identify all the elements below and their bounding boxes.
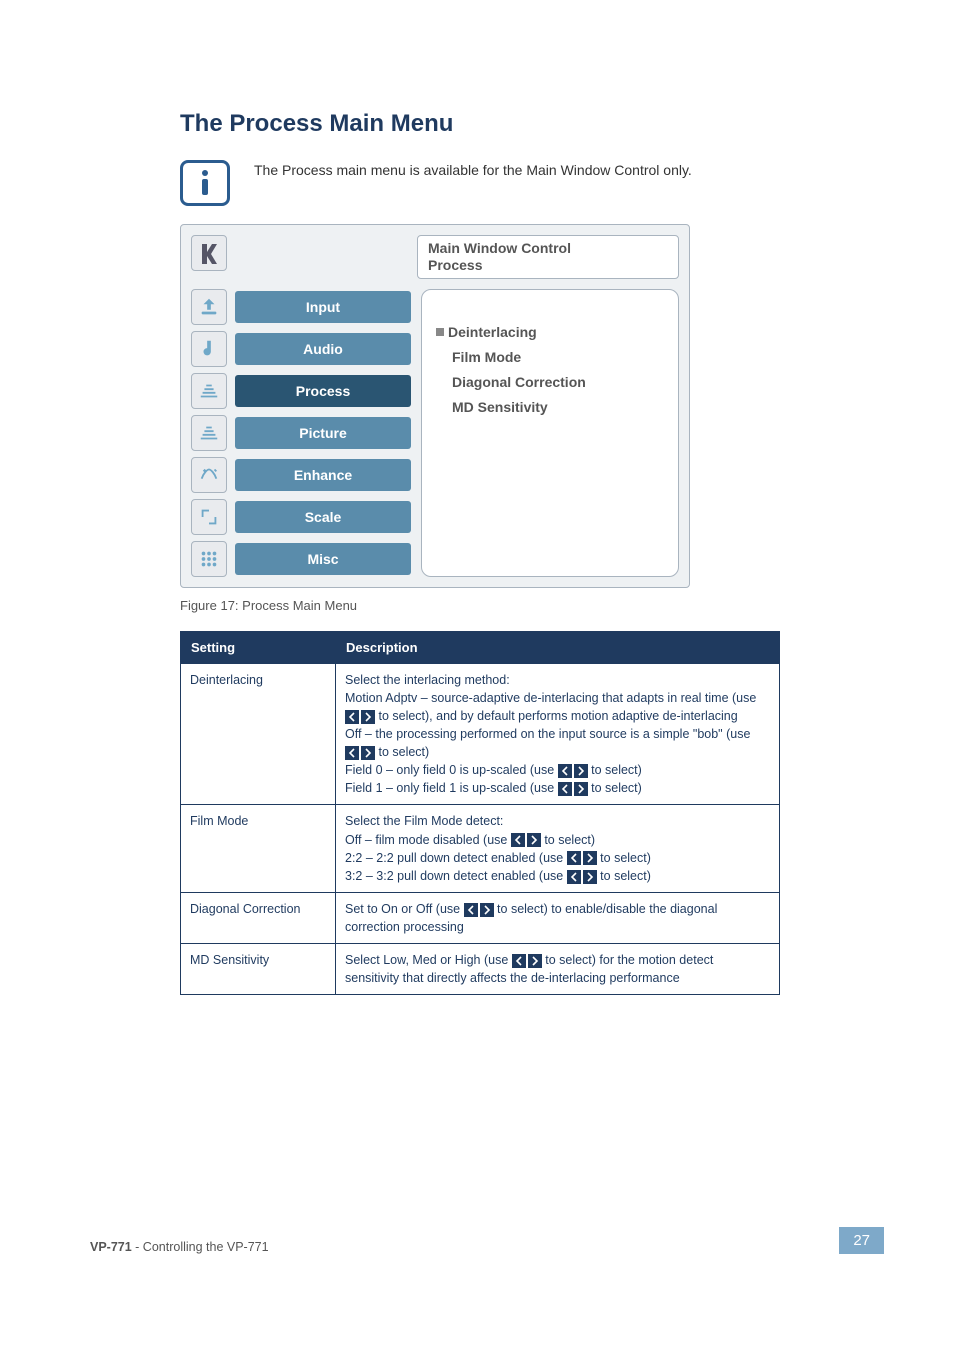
arrow-buttons-icon [345, 710, 375, 724]
misc-icon [191, 541, 227, 577]
process-icon [191, 373, 227, 409]
info-icon [180, 160, 230, 206]
arrow-buttons-icon [512, 954, 542, 968]
setting-name: MD Sensitivity [181, 944, 336, 995]
figure-caption: Figure 17: Process Main Menu [180, 598, 824, 613]
table-row: DeinterlacingSelect the interlacing meth… [181, 663, 780, 805]
panel-header: Main Window Control Process [417, 235, 679, 279]
menu-item-input[interactable]: Input [191, 289, 411, 325]
table-row: Diagonal CorrectionSet to On or Off (use… [181, 892, 780, 943]
arrow-buttons-icon [464, 903, 494, 917]
menu-label: Misc [235, 543, 411, 575]
kramer-logo-icon [191, 235, 227, 271]
option-item[interactable]: Deinterlacing [436, 320, 664, 345]
menu-item-process[interactable]: Process [191, 373, 411, 409]
arrow-buttons-icon [511, 833, 541, 847]
setting-name: Film Mode [181, 805, 336, 893]
input-icon [191, 289, 227, 325]
menu-label: Picture [235, 417, 411, 449]
setting-description: Select the Film Mode detect:Off – film m… [336, 805, 780, 893]
menu-item-picture[interactable]: Picture [191, 415, 411, 451]
panel-header-line2: Process [428, 257, 668, 274]
arrow-buttons-icon [345, 746, 375, 760]
option-label: Film Mode [452, 345, 521, 370]
menu-column: Input Audio Process Picture Enhance Scale Misc [191, 289, 411, 577]
arrow-buttons-icon [567, 851, 597, 865]
panel-header-line1: Main Window Control [428, 240, 668, 257]
bullet-icon [436, 328, 444, 336]
setting-description: Set to On or Off (use to select) to enab… [336, 892, 780, 943]
menu-label: Input [235, 291, 411, 323]
menu-item-enhance[interactable]: Enhance [191, 457, 411, 493]
menu-label: Process [235, 375, 411, 407]
options-panel: DeinterlacingFilm ModeDiagonal Correctio… [421, 289, 679, 577]
menu-label: Enhance [235, 459, 411, 491]
section-heading: The Process Main Menu [180, 110, 824, 138]
option-item[interactable]: Diagonal Correction [436, 370, 664, 395]
table-row: Film ModeSelect the Film Mode detect:Off… [181, 805, 780, 893]
option-label: Deinterlacing [448, 320, 537, 345]
picture-icon [191, 415, 227, 451]
setting-description: Select the interlacing method:Motion Adp… [336, 663, 780, 805]
menu-item-misc[interactable]: Misc [191, 541, 411, 577]
page-number-badge: 27 [839, 1227, 884, 1254]
setting-name: Deinterlacing [181, 663, 336, 805]
table-header-setting: Setting [181, 631, 336, 663]
info-note-text: The Process main menu is available for t… [254, 160, 692, 180]
enhance-icon [191, 457, 227, 493]
option-item[interactable]: Film Mode [436, 345, 664, 370]
menu-item-scale[interactable]: Scale [191, 499, 411, 535]
arrow-buttons-icon [567, 870, 597, 884]
info-note-row: The Process main menu is available for t… [180, 160, 824, 206]
scale-icon [191, 499, 227, 535]
settings-table: Setting Description DeinterlacingSelect … [180, 631, 780, 996]
arrow-buttons-icon [558, 764, 588, 778]
option-item[interactable]: MD Sensitivity [436, 395, 664, 420]
option-label: Diagonal Correction [452, 370, 586, 395]
option-label: MD Sensitivity [452, 395, 548, 420]
menu-label: Audio [235, 333, 411, 365]
footer-text: - Controlling the VP-771 [132, 1240, 269, 1254]
setting-description: Select Low, Med or High (use to select) … [336, 944, 780, 995]
footer-model: VP-771 [90, 1240, 132, 1254]
table-row: MD SensitivitySelect Low, Med or High (u… [181, 944, 780, 995]
footer-line: VP-771 - Controlling the VP-771 [90, 1240, 269, 1254]
menu-label: Scale [235, 501, 411, 533]
table-header-description: Description [336, 631, 780, 663]
device-panel: Main Window Control Process Input Audio Pr… [180, 224, 690, 588]
audio-icon [191, 331, 227, 367]
menu-item-audio[interactable]: Audio [191, 331, 411, 367]
setting-name: Diagonal Correction [181, 892, 336, 943]
arrow-buttons-icon [558, 782, 588, 796]
